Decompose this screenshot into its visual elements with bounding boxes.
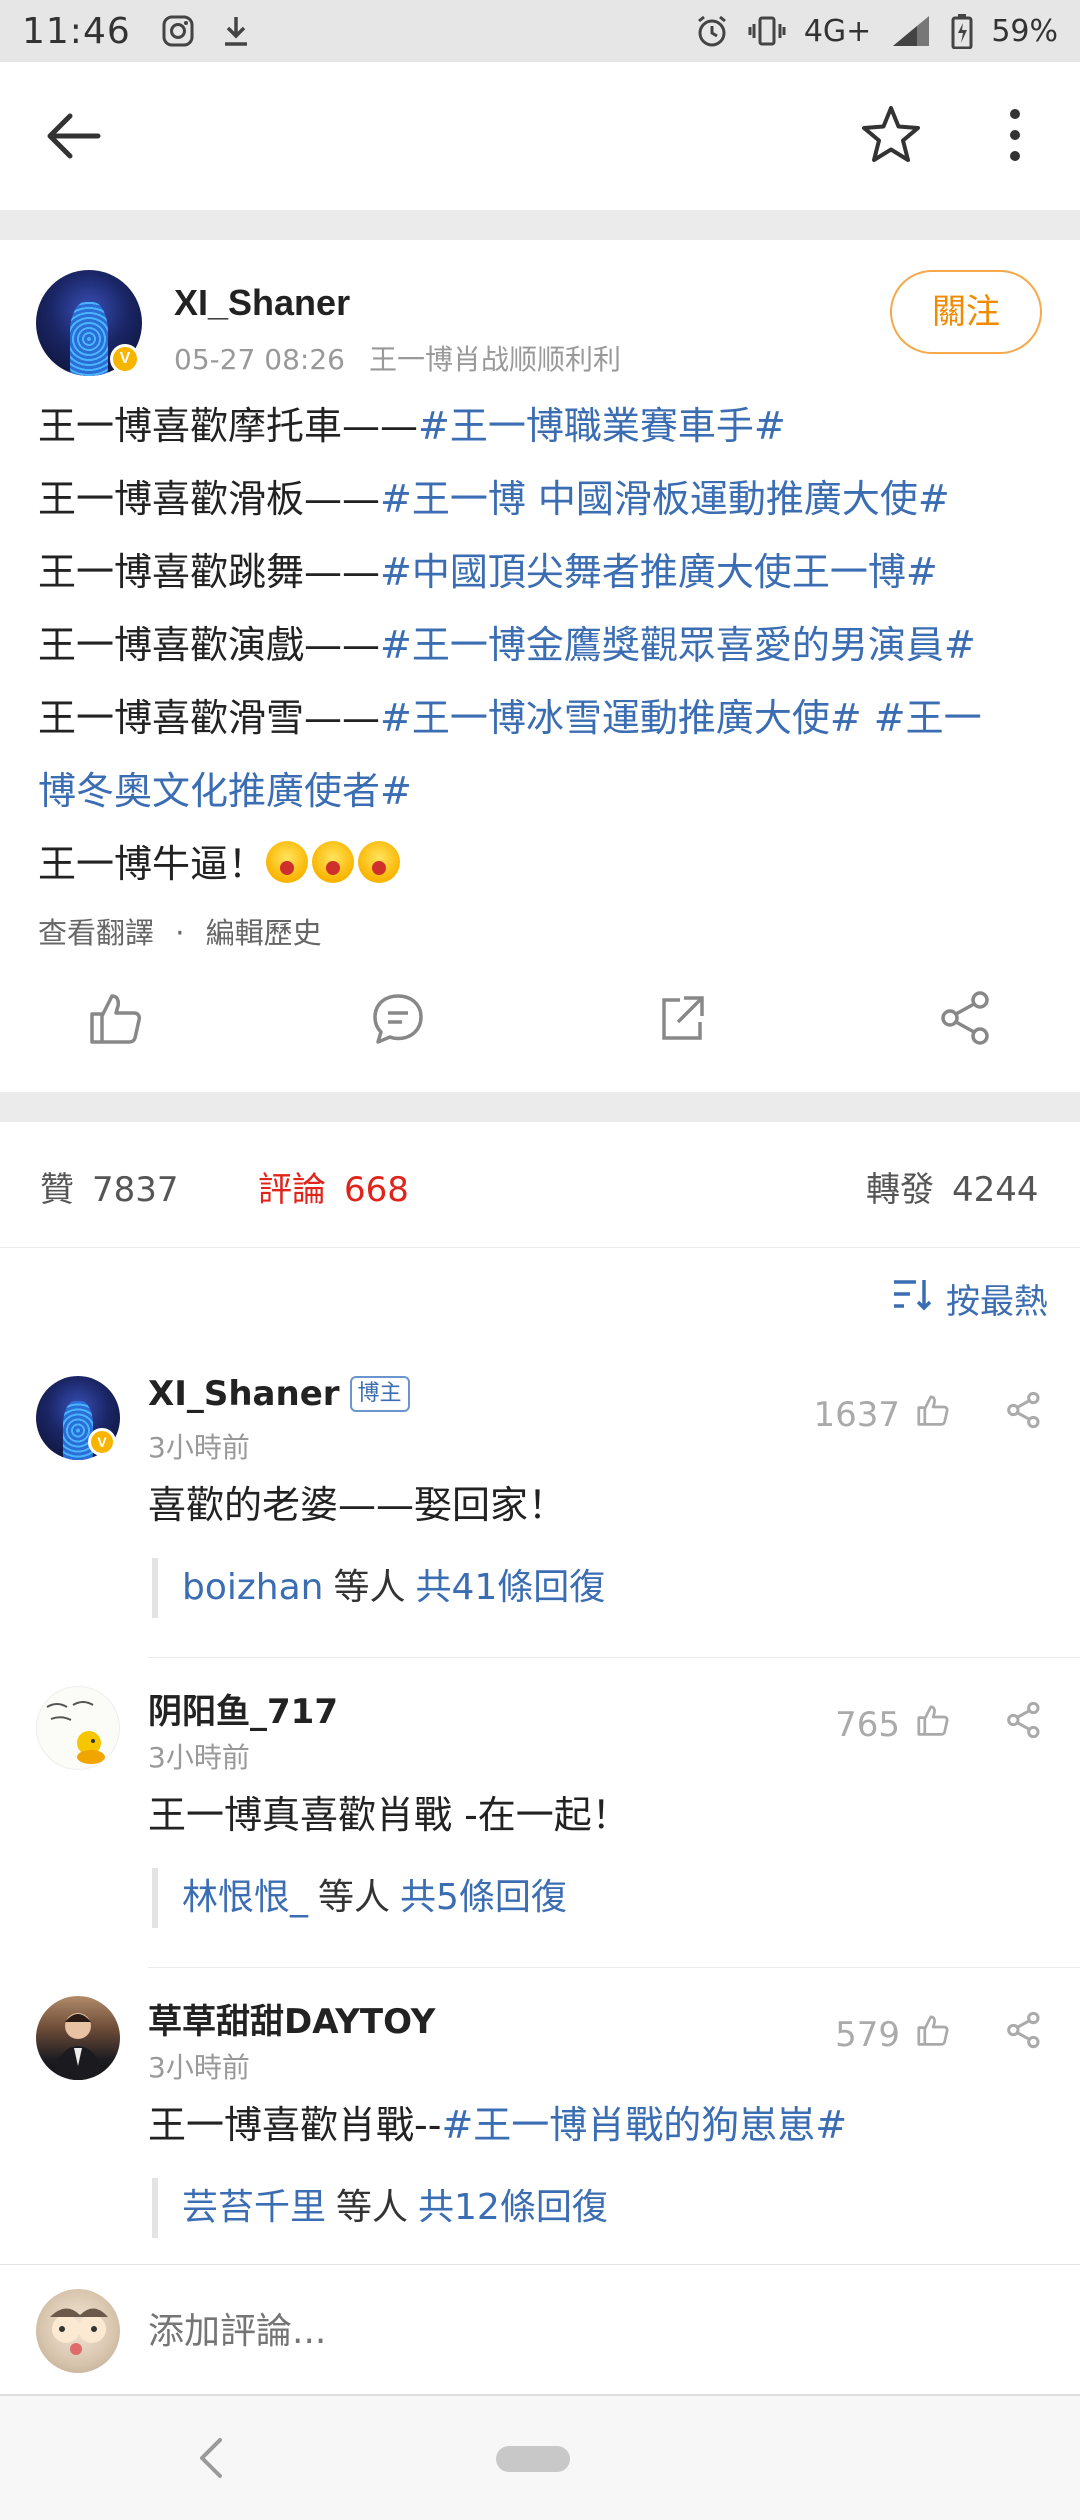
hashtag-link[interactable]: 博冬奧文化推廣使者# (38, 769, 412, 813)
post-source: 王一博肖战顺顺利利 (368, 343, 621, 376)
status-bar: 11:46 4G+ 59% (0, 0, 1080, 62)
comment-like-button[interactable]: 579 (835, 2012, 950, 2057)
repost-icon[interactable] (652, 988, 712, 1048)
hashtag-link[interactable]: #王一博職業賽車手# (418, 404, 786, 448)
alarm-icon (694, 13, 730, 49)
instagram-icon (161, 14, 195, 48)
like-icon (914, 1392, 950, 1437)
more-vertical-icon[interactable] (1000, 102, 1030, 168)
post-line: 王一博喜歡滑雪——#王一博冰雪運動推廣大使# #王一 (38, 696, 982, 740)
reposts-tab[interactable]: 轉發 4244 (866, 1162, 1039, 1211)
edit-history-link[interactable]: 編輯歷史 (206, 916, 322, 950)
like-icon[interactable] (84, 988, 144, 1048)
add-comment-bar (0, 2264, 1080, 2394)
comment-item: 草草甜甜DAYTOY 3小時前 579 王一博喜歡肖戰--#王一博肖戰的狗崽崽#… (0, 1968, 1080, 2264)
stats-bar: 贊 7837 評論 668 轉發 4244 (0, 1122, 1080, 1248)
comment-time: 3小時前 (148, 1741, 250, 1774)
download-icon (221, 14, 251, 48)
section-divider (0, 1092, 1080, 1122)
share-icon[interactable] (1004, 1390, 1044, 1430)
sort-icon (892, 1276, 932, 1321)
verified-badge: V (88, 1428, 116, 1456)
comment-like-button[interactable]: 765 (835, 1702, 950, 1747)
post-line: 王一博喜歡摩托車——#王一博職業賽車手# (38, 404, 786, 448)
follow-button[interactable]: 關注 (890, 270, 1042, 354)
post-links: 查看翻譯 · 編輯歷史 (38, 910, 322, 952)
like-icon (914, 2012, 950, 2057)
back-arrow-icon[interactable] (40, 106, 110, 166)
avatar[interactable] (36, 1996, 120, 2080)
avatar[interactable] (36, 2289, 120, 2373)
star-icon[interactable] (858, 102, 924, 168)
verified-badge: V (110, 344, 140, 374)
post-line: 博冬奧文化推廣使者# (38, 755, 1048, 828)
comments-tab[interactable]: 評論 668 (258, 1162, 409, 1211)
post-date: 05-27 08:26 (174, 343, 345, 376)
comment-item: 阴阳鱼_717 3小時前 765 王一博真喜歡肖戰 -在一起！ 林恨恨_ 等人 共5… (0, 1658, 1080, 1968)
hashtag-link[interactable]: #王一博 中國滑板運動推廣大使# (380, 477, 950, 521)
comment-author[interactable]: 阴阳鱼_717 (148, 1684, 338, 1733)
separator-dot: · (175, 916, 185, 950)
translate-link[interactable]: 查看翻譯 (38, 916, 154, 950)
post-author[interactable]: XI_Shaner (174, 282, 350, 324)
comment-input[interactable] (148, 2301, 1008, 2361)
likes-tab[interactable]: 贊 7837 (40, 1162, 179, 1211)
hashtag-link[interactable]: #王一博肖戰的狗崽崽# (441, 2103, 847, 2147)
battery-percent: 59% (991, 13, 1058, 49)
shocked-emoji-icon (266, 841, 309, 883)
owner-badge: 博主 (349, 1376, 410, 1412)
sort-bar: 按最熱 (0, 1248, 1080, 1348)
post-card: V XI_Shaner 05-27 08:26 王一博肖战顺顺利利 關注 王一博喜… (0, 240, 1080, 1092)
comment-time: 3小時前 (148, 2051, 250, 2084)
post-line: 王一博喜歡滑板——#王一博 中國滑板運動推廣大使# (38, 477, 950, 521)
home-pill-button[interactable] (496, 2446, 570, 2472)
comment-like-button[interactable]: 1637 (813, 1392, 950, 1437)
share-icon[interactable] (1004, 1700, 1044, 1740)
comment-text: 王一博真喜歡肖戰 -在一起！ (148, 1793, 630, 1837)
hashtag-link[interactable]: #中國頂尖舞者推廣大使王一博# (380, 550, 938, 594)
post-line: 王一博牛逼！ (38, 828, 1048, 901)
share-icon[interactable] (936, 988, 996, 1048)
replies-preview[interactable]: 芸苔千里 等人 共12條回復 (152, 2178, 608, 2238)
system-nav-bar (0, 2394, 1080, 2520)
like-icon (914, 1702, 950, 1747)
replies-preview[interactable]: boizhan 等人 共41條回復 (152, 1558, 605, 1618)
battery-icon (951, 13, 973, 49)
shocked-emoji-icon (358, 841, 401, 883)
post-line: 王一博喜歡演戲——#王一博金鷹獎觀眾喜愛的男演員# (38, 623, 976, 667)
comment-author[interactable]: 草草甜甜DAYTOY (148, 1994, 435, 2043)
comment-text: 王一博喜歡肖戰--#王一博肖戰的狗崽崽# (148, 2103, 848, 2147)
post-line: 王一博喜歡跳舞——#中國頂尖舞者推廣大使王一博# (38, 550, 938, 594)
section-divider (0, 210, 1080, 240)
vibrate-icon (748, 15, 786, 47)
nav-back-icon[interactable] (196, 2436, 226, 2480)
comment-item: V XI_Shaner 博主 3小時前 1637 喜歡的老婆——娶回家！ boi… (0, 1348, 1080, 1658)
sort-button[interactable]: 按最熱 (892, 1274, 1048, 1323)
network-type: 4G+ (803, 13, 872, 49)
signal-icon (889, 14, 933, 48)
top-nav (0, 62, 1080, 210)
status-time: 11:46 (22, 10, 131, 52)
post-action-bar (0, 988, 1080, 1068)
shocked-emoji-icon (312, 841, 355, 883)
share-icon[interactable] (1004, 2010, 1044, 2050)
comment-icon[interactable] (368, 988, 428, 1048)
comment-time: 3小時前 (148, 1431, 250, 1464)
post-text: 王一博喜歡摩托車——#王一博職業賽車手# 王一博喜歡滑板——#王一博 中國滑板運… (38, 390, 1048, 901)
post-meta: 05-27 08:26 王一博肖战顺顺利利 (174, 338, 621, 378)
hashtag-link[interactable]: #王一博金鷹獎觀眾喜愛的男演員# (380, 623, 976, 667)
avatar[interactable] (36, 1686, 120, 1770)
comment-text: 喜歡的老婆——娶回家！ (148, 1483, 567, 1527)
comment-author[interactable]: XI_Shaner 博主 (148, 1374, 410, 1414)
replies-preview[interactable]: 林恨恨_ 等人 共5條回復 (152, 1868, 567, 1928)
hashtag-link[interactable]: #王一博冰雪運動推廣大使# #王一 (380, 696, 982, 740)
